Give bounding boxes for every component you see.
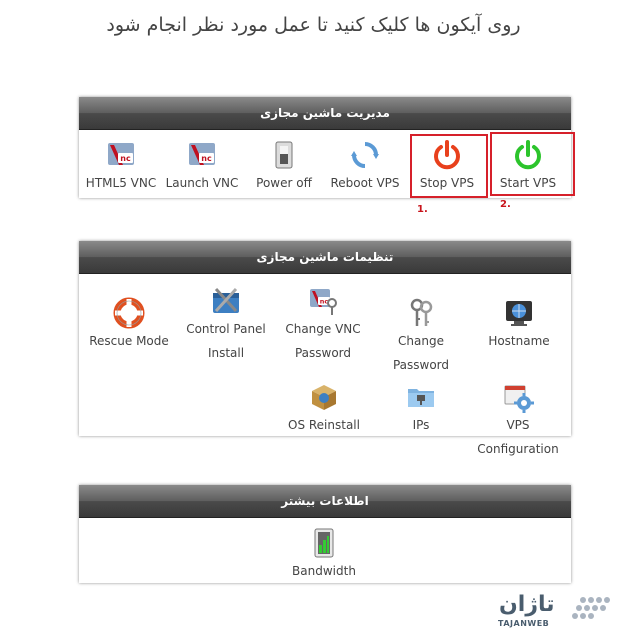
network-folder-icon: [405, 381, 437, 413]
logo-subtitle: TAJANWEB: [498, 619, 550, 628]
launch-vnc-button[interactable]: nc Launch VNC: [165, 139, 239, 195]
control-panel-install-label: Control Panel Install: [186, 322, 266, 360]
vnc-icon: nc: [186, 139, 218, 171]
more-info-header: اطلاعات بیشتر: [79, 485, 571, 518]
logo-name: تاژان: [499, 592, 555, 617]
svg-text:nc: nc: [320, 298, 329, 306]
vnc-icon: nc: [105, 139, 137, 171]
lifebuoy-icon: [113, 297, 145, 329]
gear-window-icon: [502, 381, 534, 413]
vnc-key-icon: nc: [307, 285, 339, 317]
ips-button[interactable]: IPs: [393, 381, 449, 437]
start-vps-highlight: [490, 132, 575, 196]
more-info-panel: اطلاعات بیشتر Bandwidth: [79, 485, 571, 583]
step-number-2: 2.: [500, 199, 511, 210]
svg-text:nc: nc: [201, 154, 212, 163]
page-title: روی آیکون ها کلیک کنید تا عمل مورد نظر ا…: [106, 14, 521, 36]
keys-icon: [405, 297, 437, 329]
hostname-button[interactable]: Hostname: [483, 297, 555, 353]
change-password-label: Change Password: [392, 334, 450, 372]
hostname-label: Hostname: [488, 334, 550, 348]
rescue-mode-label: Rescue Mode: [89, 334, 169, 348]
stop-vps-highlight: [410, 134, 488, 198]
change-vnc-password-label: Change VNC Password: [285, 322, 361, 360]
os-reinstall-button[interactable]: OS Reinstall: [283, 381, 365, 437]
vm-settings-header: تنظیمات ماشین مجازی: [79, 241, 571, 274]
tools-icon: [210, 285, 242, 317]
reboot-vps-label: Reboot VPS: [330, 176, 400, 190]
power-switch-icon: [268, 139, 300, 171]
html5-vnc-button[interactable]: nc HTML5 VNC: [85, 139, 157, 195]
box-icon: [308, 381, 340, 413]
vm-management-header: مدیریت ماشین مجازی: [79, 97, 571, 130]
bandwidth-button[interactable]: Bandwidth: [285, 527, 363, 583]
reboot-vps-button[interactable]: Reboot VPS: [327, 139, 403, 195]
html5-vnc-label: HTML5 VNC: [85, 176, 157, 190]
step-number-1: 1.: [417, 204, 428, 215]
power-off-button[interactable]: Power off: [249, 139, 319, 195]
ips-label: IPs: [412, 418, 430, 432]
bandwidth-icon: [308, 527, 340, 559]
svg-text:nc: nc: [120, 154, 131, 163]
rescue-mode-button[interactable]: Rescue Mode: [85, 297, 173, 353]
change-vnc-password-button[interactable]: nc Change VNC Password: [281, 285, 365, 365]
vps-configuration-label: VPS Configuration: [477, 418, 559, 456]
vps-configuration-button[interactable]: VPS Configuration: [467, 381, 569, 461]
reboot-icon: [349, 139, 381, 171]
monitor-globe-icon: [503, 297, 535, 329]
launch-vnc-label: Launch VNC: [165, 176, 239, 190]
control-panel-install-button[interactable]: Control Panel Install: [183, 285, 269, 365]
change-password-button[interactable]: Change Password: [371, 297, 471, 377]
os-reinstall-label: OS Reinstall: [288, 418, 360, 432]
bandwidth-label: Bandwidth: [292, 564, 356, 578]
vm-settings-panel: تنظیمات ماشین مجازی Rescue Mode Control …: [79, 241, 571, 456]
power-off-label: Power off: [256, 176, 312, 190]
